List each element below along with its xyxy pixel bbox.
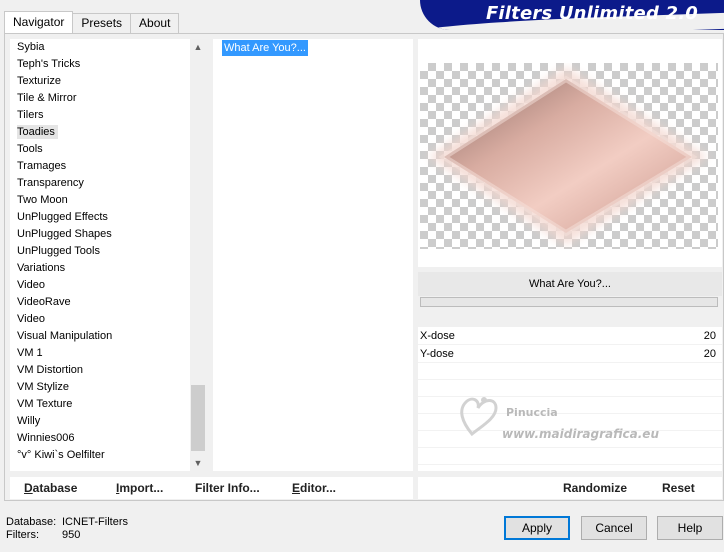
param-label: Y-dose	[420, 348, 454, 360]
category-item-label: VM Texture	[17, 398, 73, 410]
category-item-label: Sybia	[17, 41, 45, 53]
filter-list-panel: What Are You?...	[213, 39, 413, 471]
category-item-label: Transparency	[17, 177, 84, 189]
category-list-panel: Sybia Teph's Tricks Texturize Tile & Mirror…	[10, 39, 206, 471]
category-item-label: VM Stylize	[17, 381, 69, 393]
category-item-label: Tilers	[17, 109, 44, 121]
category-item-label: UnPlugged Effects	[17, 211, 108, 223]
category-item-label: Winnies006	[17, 432, 75, 444]
status-database-label: Database:	[6, 516, 57, 528]
title-banner: Filters Unlimited 2.0	[420, 0, 724, 30]
current-filter-name: What Are You?...	[418, 272, 722, 296]
param-y-dose[interactable]: Y-dose 20	[418, 345, 722, 363]
category-item[interactable]: Two Moon	[10, 192, 190, 209]
category-item[interactable]: VM Distortion	[10, 362, 190, 379]
left-action-bar: Database Import... Filter Info... Editor…	[10, 477, 413, 499]
category-item-label: Visual Manipulation	[17, 330, 113, 342]
category-item-label: Tools	[17, 143, 43, 155]
category-item[interactable]: Visual Manipulation	[10, 328, 190, 345]
category-item-label: Willy	[17, 415, 41, 427]
chevron-down-icon[interactable]: ▼	[190, 455, 206, 471]
category-item-label: °v° Kiwi`s Oelfilter	[17, 449, 105, 461]
param-value[interactable]: 20	[704, 345, 716, 363]
category-item[interactable]: Video	[10, 311, 190, 328]
param-empty-row	[418, 414, 722, 431]
category-item-label: UnPlugged Shapes	[17, 228, 112, 240]
database-button[interactable]: Database	[24, 481, 77, 495]
category-item[interactable]: UnPlugged Shapes	[10, 226, 190, 243]
category-item[interactable]: VideoRave	[10, 294, 190, 311]
category-item[interactable]: Winnies006	[10, 430, 190, 447]
category-item[interactable]: Texturize	[10, 73, 190, 90]
scroll-thumb[interactable]	[191, 385, 205, 451]
status-database-value: ICNET-Filters	[62, 516, 128, 528]
category-item[interactable]: Tilers	[10, 107, 190, 124]
param-empty-row	[418, 431, 722, 448]
randomize-button[interactable]: Randomize	[563, 481, 627, 495]
category-item-label: Tramages	[17, 160, 67, 172]
parameters-panel: X-dose 20 Y-dose 20	[418, 327, 722, 471]
category-item-label: Variations	[17, 262, 66, 274]
category-item[interactable]: VM 1	[10, 345, 190, 362]
banner-title: Filters Unlimited 2.0	[485, 3, 698, 24]
category-item-selected[interactable]: Toadies	[10, 124, 190, 141]
category-item-label: UnPlugged Tools	[17, 245, 100, 257]
param-label: X-dose	[420, 330, 455, 342]
import-button[interactable]: Import...	[116, 481, 163, 495]
category-item[interactable]: Transparency	[10, 175, 190, 192]
editor-button[interactable]: Editor...	[292, 481, 336, 495]
tab-navigator[interactable]: Navigator	[4, 11, 74, 33]
status-filters-value: 950	[62, 529, 81, 541]
category-item[interactable]: VM Stylize	[10, 379, 190, 396]
category-item-label: VideoRave	[17, 296, 71, 308]
preview-diamond-graphic	[428, 67, 708, 245]
right-action-bar: Randomize Reset	[418, 477, 722, 499]
category-item[interactable]: Willy	[10, 413, 190, 430]
category-item-label: Toadies	[17, 125, 58, 139]
category-item[interactable]: Tools	[10, 141, 190, 158]
param-empty-row	[418, 448, 722, 465]
category-item[interactable]: Tile & Mirror	[10, 90, 190, 107]
status-filters-label: Filters:	[6, 529, 39, 541]
category-item-label: Two Moon	[17, 194, 68, 206]
tab-about[interactable]: About	[130, 13, 180, 33]
category-item-label: VM Distortion	[17, 364, 84, 376]
category-item[interactable]: Tramages	[10, 158, 190, 175]
category-item[interactable]: VM Texture	[10, 396, 190, 413]
reset-button[interactable]: Reset	[662, 481, 695, 495]
param-empty-row	[418, 380, 722, 397]
progress-bar	[420, 297, 718, 307]
category-item[interactable]: UnPlugged Effects	[10, 209, 190, 226]
preview-image	[420, 63, 718, 249]
apply-button[interactable]: Apply	[504, 516, 570, 540]
param-x-dose[interactable]: X-dose 20	[418, 327, 722, 345]
filter-info-button[interactable]: Filter Info...	[195, 481, 260, 495]
param-empty-row	[418, 397, 722, 414]
param-empty-row	[418, 363, 722, 380]
category-item[interactable]: Variations	[10, 260, 190, 277]
category-list[interactable]: Sybia Teph's Tricks Texturize Tile & Mirror…	[10, 39, 190, 464]
category-item-label: VM 1	[17, 347, 43, 359]
status-info: Database: ICNET-Filters Filters: 950	[6, 516, 128, 542]
preview-panel	[418, 39, 722, 267]
category-item[interactable]: UnPlugged Tools	[10, 243, 190, 260]
category-item[interactable]: Teph's Tricks	[10, 56, 190, 73]
param-value[interactable]: 20	[704, 327, 716, 345]
chevron-up-icon[interactable]: ▲	[190, 39, 206, 55]
tab-presets[interactable]: Presets	[72, 13, 132, 33]
filter-item-selected[interactable]: What Are You?...	[222, 40, 308, 56]
category-item-label: Video	[17, 279, 45, 291]
category-item[interactable]: Video	[10, 277, 190, 294]
category-item-label: Video	[17, 313, 45, 325]
category-item-label: Texturize	[17, 75, 62, 87]
cancel-button[interactable]: Cancel	[581, 516, 647, 540]
category-item[interactable]: Sybia	[10, 39, 190, 56]
help-button[interactable]: Help	[657, 516, 723, 540]
tab-strip: Navigator Presets About	[4, 11, 180, 33]
category-item[interactable]: °v° Kiwi`s Oelfilter	[10, 447, 190, 464]
category-item-label: Teph's Tricks	[17, 58, 81, 70]
category-scrollbar[interactable]: ▲ ▼	[190, 39, 206, 471]
category-item-label: Tile & Mirror	[17, 92, 77, 104]
